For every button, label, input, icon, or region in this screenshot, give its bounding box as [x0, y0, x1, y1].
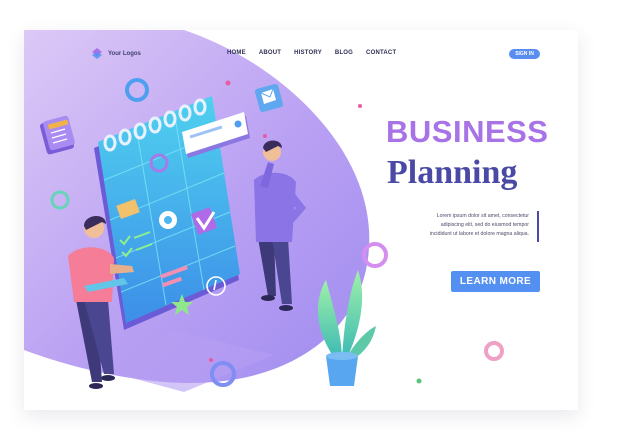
hero-description: Lorem ipsum dolor sit amet, consectetur … — [423, 212, 529, 239]
hero-title-line1: BUSINESS — [386, 114, 549, 149]
landing-page: Your Logos HOME ABOUT HISTORY BLOG CONTA… — [24, 30, 578, 410]
description-line: Lorem ipsum dolor sit amet, consectetur — [436, 213, 529, 219]
main-nav: HOME ABOUT HISTORY BLOG CONTACT — [227, 50, 396, 56]
logo[interactable]: Your Logos — [90, 47, 141, 61]
dot-decoration — [263, 134, 267, 138]
nav-item-history[interactable]: HISTORY — [294, 50, 322, 56]
description-line: incididunt ut labore et dolore magna ali… — [429, 231, 529, 237]
dot-decoration — [416, 378, 422, 384]
description-accent-bar — [537, 211, 539, 242]
logo-text: Your Logos — [108, 51, 141, 57]
logo-icon — [92, 48, 102, 59]
nav-item-home[interactable]: HOME — [227, 50, 246, 56]
sign-in-button[interactable]: SIGN IN — [509, 49, 540, 59]
hero-title-line2: Planning — [387, 154, 518, 191]
ring-decoration — [484, 341, 504, 361]
nav-item-about[interactable]: ABOUT — [259, 50, 281, 56]
learn-more-button[interactable]: LEARN MORE — [451, 271, 540, 292]
nav-item-blog[interactable]: BLOG — [335, 50, 353, 56]
gear-icon — [159, 211, 177, 229]
nav-item-contact[interactable]: CONTACT — [366, 50, 396, 56]
dot-decoration — [225, 80, 231, 86]
dot-decoration — [209, 358, 213, 362]
dot-decoration — [358, 104, 362, 108]
description-line: adipiscing elit, sed do eiusmod tempor — [440, 222, 529, 228]
